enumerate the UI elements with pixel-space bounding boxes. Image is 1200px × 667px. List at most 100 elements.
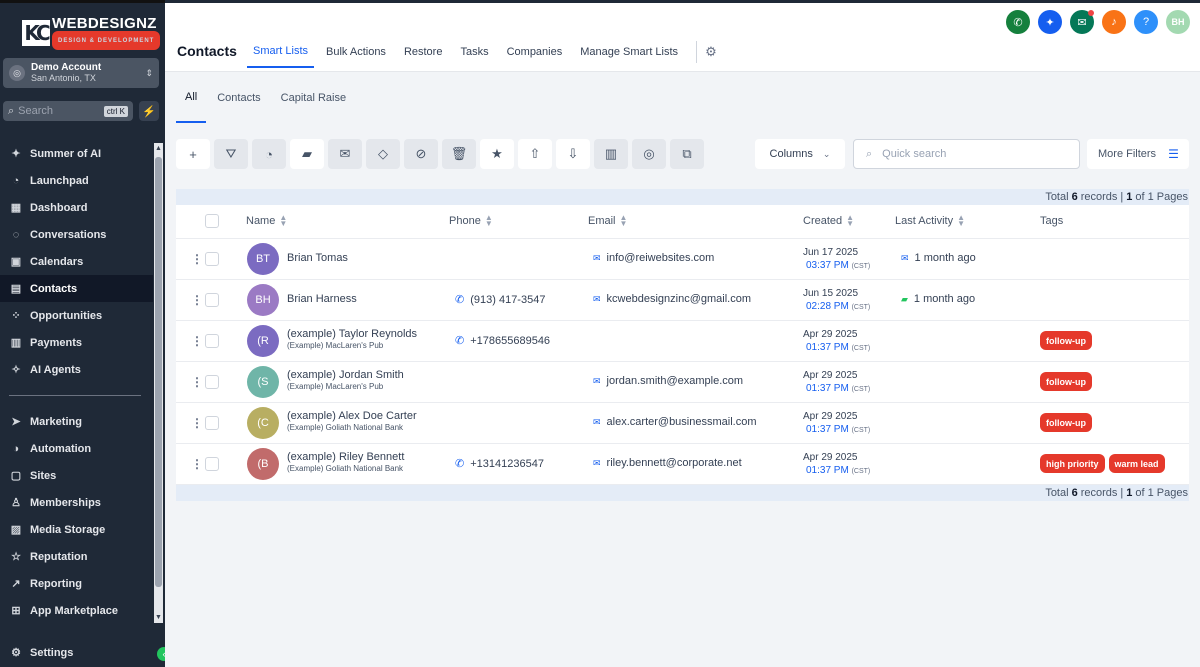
scroll-up-arrow-icon[interactable]: ▲ xyxy=(154,145,163,152)
tab-smart-lists[interactable]: Smart Lists xyxy=(247,36,315,68)
sidebar-item-summer-of-ai[interactable]: ✦ Summer of AI xyxy=(0,140,153,167)
filter-button[interactable]: ⛛ xyxy=(214,139,248,169)
ai-assistant-button[interactable]: ✦ xyxy=(1038,10,1062,34)
scrollbar-thumb[interactable] xyxy=(155,157,162,587)
export-button[interactable]: ⇧ xyxy=(518,139,552,169)
sidebar-item-calendars[interactable]: ▣ Calendars xyxy=(0,248,153,275)
row-checkbox[interactable] xyxy=(205,252,219,266)
row-checkbox[interactable] xyxy=(205,293,219,307)
contact-email[interactable]: info@reiwebsites.com xyxy=(607,252,715,264)
table-row[interactable]: ⋮ BH Brian Harness ✆ (913) 417-3547 ✉ kcwe… xyxy=(176,280,1189,321)
contact-name[interactable]: Brian Tomas xyxy=(287,252,348,265)
contact-name[interactable]: (example) Alex Doe Carter xyxy=(287,410,417,423)
sidebar-item-conversations[interactable]: ◌ Conversations xyxy=(0,221,153,248)
tab-manage-smart-lists[interactable]: Manage Smart Lists xyxy=(574,36,684,68)
help-button[interactable]: ? xyxy=(1134,10,1158,34)
row-drag-handle-icon[interactable]: ⋮ xyxy=(191,293,203,307)
pipeline-button[interactable]: ◔ xyxy=(252,139,286,169)
contact-name[interactable]: (example) Riley Bennett xyxy=(287,451,404,464)
row-drag-handle-icon[interactable]: ⋮ xyxy=(191,252,203,266)
send-sms-button[interactable]: ▰ xyxy=(290,139,324,169)
column-header-phone[interactable]: Phone ▲ ▼ xyxy=(449,214,493,228)
sidebar-scrollbar[interactable]: ▲ ▼ xyxy=(154,143,163,623)
whatsapp-button[interactable]: ◎ xyxy=(632,139,666,169)
merge-button[interactable]: ⧉ xyxy=(670,139,704,169)
sidebar-item-contacts[interactable]: ▤ Contacts xyxy=(0,275,153,302)
subtab-contacts[interactable]: Contacts xyxy=(208,72,269,123)
sidebar-item-automation[interactable]: ◑ Automation xyxy=(0,435,153,462)
tag-badge[interactable]: warm lead xyxy=(1108,454,1165,473)
sidebar-item-settings[interactable]: ⚙ Settings xyxy=(0,639,153,666)
sidebar-item-reputation[interactable]: ☆ Reputation xyxy=(0,543,153,570)
sidebar-item-launchpad[interactable]: ◔ Launchpad xyxy=(0,167,153,194)
tab-tasks[interactable]: Tasks xyxy=(454,36,494,68)
sidebar-item-opportunities[interactable]: ⁘ Opportunities xyxy=(0,302,153,329)
table-row[interactable]: ⋮ (B (example) Riley Bennett (Example) Go… xyxy=(176,444,1189,485)
logo[interactable]: KC WEBDESIGNZ DESIGN & DEVELOPMENT xyxy=(22,16,164,50)
more-filters-button[interactable]: More Filters ☰ xyxy=(1087,139,1189,169)
tab-companies[interactable]: Companies xyxy=(501,36,569,68)
favorite-button[interactable]: ★ xyxy=(480,139,514,169)
row-drag-handle-icon[interactable]: ⋮ xyxy=(191,375,203,389)
sidebar-item-reporting[interactable]: ↗ Reporting xyxy=(0,570,153,597)
contact-email[interactable]: riley.bennett@corporate.net xyxy=(607,457,742,469)
subtab-capital-raise[interactable]: Capital Raise xyxy=(272,72,355,123)
tag-badge[interactable]: follow-up xyxy=(1040,331,1092,350)
announcements-button[interactable]: ✉ xyxy=(1070,10,1094,34)
tab-bulk-actions[interactable]: Bulk Actions xyxy=(320,36,392,68)
tag-badge[interactable]: follow-up xyxy=(1040,372,1092,391)
row-drag-handle-icon[interactable]: ⋮ xyxy=(191,416,203,430)
contact-name[interactable]: (example) Taylor Reynolds xyxy=(287,328,417,341)
account-switcher[interactable]: ◎ Demo Account San Antonio, TX ⇕ xyxy=(3,58,159,88)
contact-name[interactable]: Brian Harness xyxy=(287,293,357,306)
row-drag-handle-icon[interactable]: ⋮ xyxy=(191,334,203,348)
add-tag-button[interactable]: ◇ xyxy=(366,139,400,169)
column-header-email[interactable]: Email ▲ ▼ xyxy=(588,214,627,228)
table-row[interactable]: ⋮ (S (example) Jordan Smith (Example) Mac… xyxy=(176,362,1189,403)
row-drag-handle-icon[interactable]: ⋮ xyxy=(191,457,203,471)
add-contact-button[interactable]: + xyxy=(176,139,210,169)
contact-phone[interactable]: +178655689546 xyxy=(470,335,550,347)
quick-search[interactable]: ⌕ xyxy=(853,139,1080,169)
column-header-last-activity[interactable]: Last Activity ▲ ▼ xyxy=(895,214,965,228)
sidebar-item-memberships[interactable]: ♙ Memberships xyxy=(0,489,153,516)
notifications-button[interactable]: ♪ xyxy=(1102,10,1126,34)
contact-phone[interactable]: +13141236547 xyxy=(470,458,544,470)
contact-phone[interactable]: (913) 417-3547 xyxy=(470,294,545,306)
quick-search-input[interactable] xyxy=(882,148,1063,160)
contact-email[interactable]: alex.carter@businessmail.com xyxy=(607,416,757,428)
row-checkbox[interactable] xyxy=(205,334,219,348)
tab-restore[interactable]: Restore xyxy=(398,36,449,68)
sidebar-item-ai-agents[interactable]: ✧ AI Agents xyxy=(0,356,153,383)
sidebar-item-payments[interactable]: ▥ Payments xyxy=(0,329,153,356)
row-checkbox[interactable] xyxy=(205,375,219,389)
add-to-company-button[interactable]: ▥ xyxy=(594,139,628,169)
scroll-down-arrow-icon[interactable]: ▼ xyxy=(154,614,163,621)
select-all-checkbox[interactable] xyxy=(205,214,219,228)
user-avatar[interactable]: BH xyxy=(1166,10,1190,34)
row-checkbox[interactable] xyxy=(205,416,219,430)
tag-badge[interactable]: follow-up xyxy=(1040,413,1092,432)
column-header-name[interactable]: Name ▲ ▼ xyxy=(246,214,287,228)
sidebar-item-app-marketplace[interactable]: ⊞ App Marketplace xyxy=(0,597,153,624)
tag-badge[interactable]: high priority xyxy=(1040,454,1105,473)
sidebar-item-sites[interactable]: ▢ Sites xyxy=(0,462,153,489)
table-row[interactable]: ⋮ (C (example) Alex Doe Carter (Example) … xyxy=(176,403,1189,444)
subtab-all[interactable]: All xyxy=(176,72,207,123)
sidebar-item-dashboard[interactable]: ▦ Dashboard xyxy=(0,194,153,221)
table-row[interactable]: ⋮ BT Brian Tomas ✉ info@reiwebsites.com J… xyxy=(176,239,1189,280)
gear-icon[interactable]: ⚙ xyxy=(705,36,717,68)
contact-name[interactable]: (example) Jordan Smith xyxy=(287,369,404,382)
send-email-button[interactable]: ✉ xyxy=(328,139,362,169)
sidebar-search[interactable]: ⌕ Search ctrl K xyxy=(3,101,133,121)
import-button[interactable]: ⇩ xyxy=(556,139,590,169)
row-checkbox[interactable] xyxy=(205,457,219,471)
contact-email[interactable]: jordan.smith@example.com xyxy=(607,375,744,387)
phone-button[interactable]: ✆ xyxy=(1006,10,1030,34)
columns-dropdown[interactable]: Columns ⌄ xyxy=(755,139,845,169)
quick-actions-button[interactable]: ⚡ xyxy=(139,101,159,121)
contact-email[interactable]: kcwebdesignzinc@gmail.com xyxy=(607,293,751,305)
sidebar-item-marketing[interactable]: ➤ Marketing xyxy=(0,408,153,435)
remove-tag-button[interactable]: ⊘ xyxy=(404,139,438,169)
delete-button[interactable]: 🗑 xyxy=(442,139,476,169)
